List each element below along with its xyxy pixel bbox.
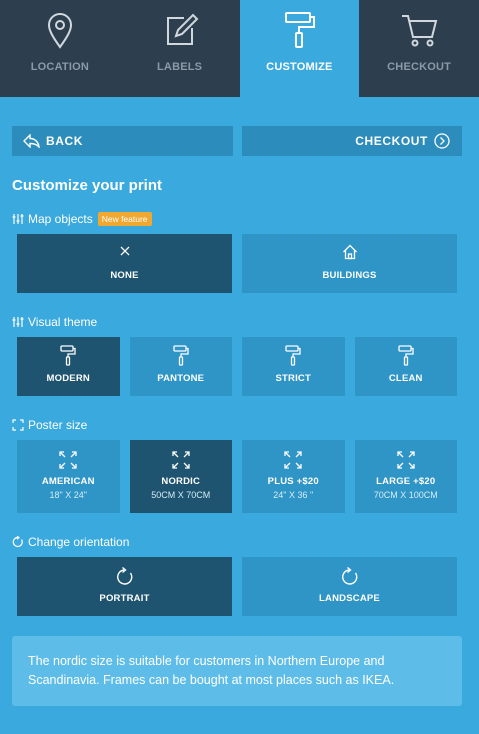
tab-label: CHECKOUT xyxy=(387,61,452,73)
map-objects-heading: Map objects New feature xyxy=(12,212,152,226)
option-label: PORTRAIT xyxy=(99,593,150,604)
expand-icon xyxy=(12,419,24,431)
option-label: LANDSCAPE xyxy=(319,593,380,604)
paint-roller-icon xyxy=(60,345,76,366)
page-title: Customize your print xyxy=(12,177,163,194)
option-label: PLUS +$20 xyxy=(267,476,319,487)
expand-icon xyxy=(172,451,190,469)
expand-icon xyxy=(284,451,302,469)
checkout-button[interactable]: CHECKOUT xyxy=(242,126,462,156)
option-dimensions: 70CM X 100CM xyxy=(373,490,438,500)
option-label: STRICT xyxy=(275,373,311,384)
location-pin-icon xyxy=(47,13,72,49)
option-large[interactable]: LARGE +$20 70CM X 100CM xyxy=(354,440,457,513)
shopping-cart-icon xyxy=(402,15,438,47)
option-portrait[interactable]: PORTRAIT xyxy=(17,557,232,616)
option-clean[interactable]: CLEAN xyxy=(354,337,457,396)
back-label: BACK xyxy=(46,134,84,148)
expand-icon xyxy=(59,451,77,469)
option-label: MODERN xyxy=(46,373,90,384)
paint-roller-icon xyxy=(285,12,316,48)
option-label: PANTONE xyxy=(157,373,205,384)
house-icon xyxy=(342,244,357,260)
option-nordic[interactable]: NORDIC 50CM X 70CM xyxy=(129,440,232,513)
option-label: NONE xyxy=(110,270,139,281)
option-landscape[interactable]: LANDSCAPE xyxy=(242,557,457,616)
close-icon xyxy=(120,246,129,256)
option-label: BUILDINGS xyxy=(322,270,377,281)
section-label: Poster size xyxy=(28,418,88,432)
option-buildings[interactable]: BUILDINGS xyxy=(242,234,457,293)
size-info-box: The nordic size is suitable for customer… xyxy=(12,636,462,706)
section-label: Map objects xyxy=(28,212,93,226)
sliders-icon xyxy=(12,214,24,224)
option-modern[interactable]: MODERN xyxy=(17,337,120,396)
back-button[interactable]: BACK xyxy=(12,126,233,156)
back-arrow-icon xyxy=(23,134,40,148)
rotate-icon xyxy=(116,567,132,585)
option-label: LARGE +$20 xyxy=(376,476,436,487)
option-strict[interactable]: STRICT xyxy=(242,337,345,396)
orientation-heading: Change orientation xyxy=(12,535,129,549)
map-objects-options: NONE BUILDINGS xyxy=(17,234,457,293)
paint-roller-icon xyxy=(398,345,414,366)
paint-roller-icon xyxy=(285,345,301,366)
visual-theme-heading: Visual theme xyxy=(12,315,97,329)
chevron-right-circle-icon xyxy=(434,133,450,149)
checkout-label: CHECKOUT xyxy=(355,134,428,148)
tab-customize[interactable]: CUSTOMIZE xyxy=(239,0,360,97)
section-label: Visual theme xyxy=(28,315,98,329)
option-label: CLEAN xyxy=(388,373,423,384)
tab-location[interactable]: LOCATION xyxy=(0,0,120,97)
option-dimensions: 18" X 24" xyxy=(49,490,87,500)
sliders-icon xyxy=(12,317,24,327)
expand-icon xyxy=(397,451,415,469)
poster-size-options: AMERICAN 18" X 24" NORDIC 50CM X 70CM PL… xyxy=(17,440,457,513)
poster-size-heading: Poster size xyxy=(12,418,87,432)
option-pantone[interactable]: PANTONE xyxy=(129,337,232,396)
rotate-icon xyxy=(12,536,23,548)
option-plus[interactable]: PLUS +$20 24" X 36 " xyxy=(242,440,345,513)
orientation-options: PORTRAIT LANDSCAPE xyxy=(17,557,457,616)
tab-label: LABELS xyxy=(157,61,203,73)
new-feature-badge: New feature xyxy=(97,212,152,226)
option-american[interactable]: AMERICAN 18" X 24" xyxy=(17,440,120,513)
paint-roller-icon xyxy=(173,345,189,366)
option-dimensions: 24" X 36 " xyxy=(273,490,314,500)
option-dimensions: 50CM X 70CM xyxy=(151,490,211,500)
tab-labels[interactable]: LABELS xyxy=(120,0,240,97)
visual-theme-options: MODERN PANTONE STRICT CLEAN xyxy=(17,337,457,396)
step-tabs: LOCATION LABELS CUSTOMIZE CHECKOUT xyxy=(0,0,479,97)
tab-label: LOCATION xyxy=(30,61,89,73)
tab-label: CUSTOMIZE xyxy=(266,61,333,73)
rotate-icon xyxy=(341,567,357,585)
option-none[interactable]: NONE xyxy=(17,234,232,293)
option-label: NORDIC xyxy=(161,476,201,487)
option-label: AMERICAN xyxy=(41,476,95,487)
section-label: Change orientation xyxy=(28,535,130,549)
edit-icon xyxy=(166,13,199,45)
tab-checkout[interactable]: CHECKOUT xyxy=(359,0,479,97)
